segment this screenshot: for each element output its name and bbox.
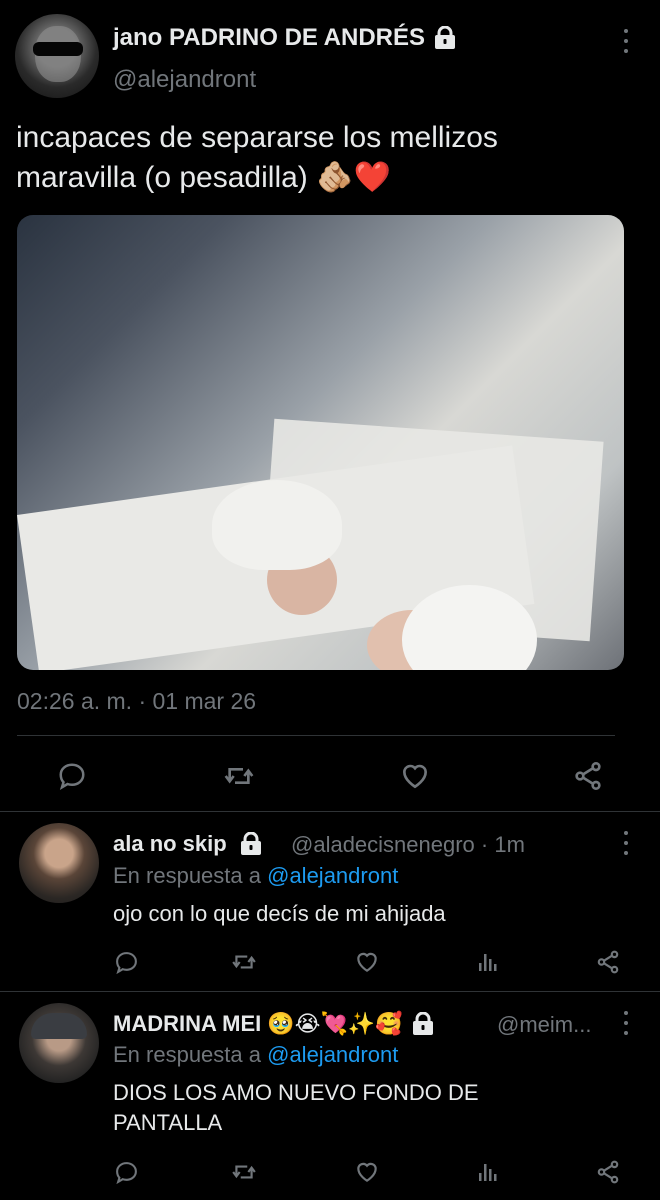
photo-baby-hat-left <box>212 480 342 570</box>
tweet-text-line: DIOS LOS AMO NUEVO FONDO DE <box>113 1080 479 1105</box>
tweet-text-line: PANTALLA <box>113 1110 223 1135</box>
tweet-text: ojo con lo que decís de mi ahijada <box>113 901 446 926</box>
reply-to-prefix: En respuesta a <box>113 863 261 888</box>
author-name[interactable]: jano PADRINO DE ANDRÉS <box>113 24 457 52</box>
display-name: ala no skip <box>113 831 227 856</box>
retweet-icon[interactable] <box>219 756 259 796</box>
reply-to-prefix: En respuesta a <box>113 1042 261 1067</box>
avatar[interactable] <box>15 14 99 98</box>
more-vertical-icon[interactable] <box>622 29 630 53</box>
main-tweet: jano PADRINO DE ANDRÉS @alejandront inca… <box>0 0 660 812</box>
divider <box>0 811 660 812</box>
heart-icon[interactable] <box>349 1154 385 1190</box>
author-handle-time[interactable]: @aladecisnenegro · 1m <box>291 832 525 858</box>
retweet-icon[interactable] <box>226 944 262 980</box>
share-icon[interactable] <box>590 944 626 980</box>
lock-icon <box>239 832 263 856</box>
reply-context: En respuesta a @alejandront <box>113 863 398 889</box>
reply-icon[interactable] <box>108 944 144 980</box>
divider <box>17 735 615 736</box>
avatar[interactable] <box>19 823 99 903</box>
more-vertical-icon[interactable] <box>622 831 630 855</box>
heart-icon[interactable] <box>349 944 385 980</box>
author-handle-time[interactable]: @meim... <box>497 1012 591 1038</box>
lock-icon <box>433 26 457 50</box>
tweet-photo[interactable] <box>17 215 624 670</box>
author-name[interactable]: ala no skip <box>113 831 263 857</box>
reply-to-mention[interactable]: @alejandront <box>267 863 398 888</box>
reply-to-mention[interactable]: @alejandront <box>267 1042 398 1067</box>
avatar-cap <box>31 1013 87 1039</box>
views-icon[interactable] <box>470 1154 506 1190</box>
avatar[interactable] <box>19 1003 99 1083</box>
share-icon[interactable] <box>568 756 608 796</box>
divider <box>0 991 660 992</box>
display-name: MADRINA MEI 🥹😭💘✨🥰 <box>113 1011 403 1036</box>
tweet-timestamp[interactable]: 02:26 a. m. · 01 mar 26 <box>17 688 256 715</box>
views-icon[interactable] <box>470 944 506 980</box>
reply-context: En respuesta a @alejandront <box>113 1042 398 1068</box>
avatar-glasses <box>33 42 83 56</box>
retweet-icon[interactable] <box>226 1154 262 1190</box>
author-handle[interactable]: @alejandront <box>113 66 256 94</box>
more-vertical-icon[interactable] <box>622 1011 630 1035</box>
reply-icon[interactable] <box>108 1154 144 1190</box>
heart-icon[interactable] <box>395 756 435 796</box>
author-name[interactable]: MADRINA MEI 🥹😭💘✨🥰 <box>113 1011 435 1037</box>
share-icon[interactable] <box>590 1154 626 1190</box>
display-name: jano PADRINO DE ANDRÉS <box>113 24 426 51</box>
tweet-text: incapaces de separarse los mellizos mara… <box>16 121 498 194</box>
reply-icon[interactable] <box>52 756 92 796</box>
lock-icon <box>411 1012 435 1036</box>
